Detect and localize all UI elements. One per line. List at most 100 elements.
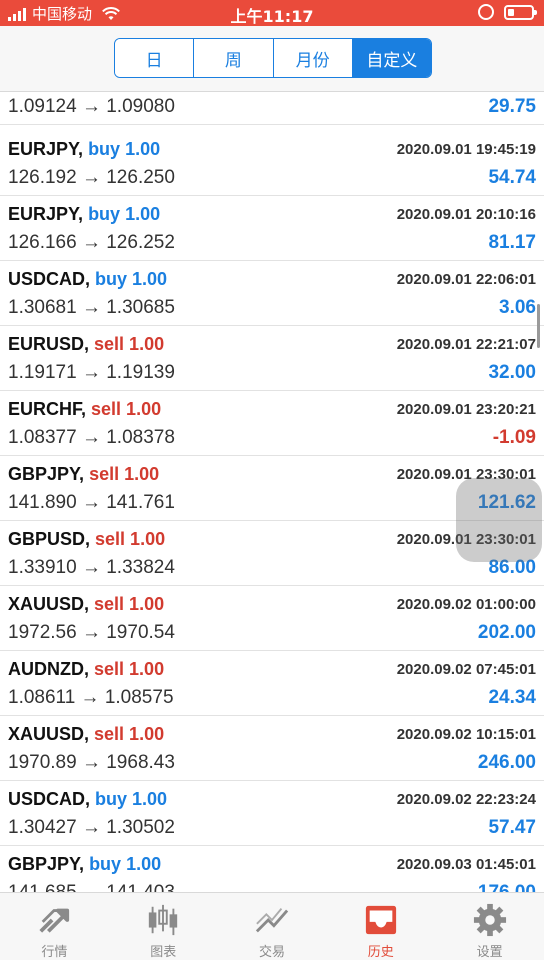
trade-profit: 202.00	[477, 622, 536, 643]
trade-symbol-name: USDCAD,	[8, 789, 91, 809]
trade-profit: 176.00	[478, 882, 536, 892]
tab-chart[interactable]: 图表	[109, 893, 218, 960]
history-inbox-icon	[365, 905, 396, 935]
trade-prices: 1.30681 → 1.30685	[8, 297, 175, 318]
trade-side: buy 1.00	[89, 854, 162, 874]
tab-quotes[interactable]: 行情	[0, 893, 109, 960]
trade-time: 2020.09.01 22:06:01	[396, 271, 536, 288]
trade-symbol: AUDNZD, sell 1.00	[8, 659, 164, 680]
trade-profit: 32.00	[488, 362, 536, 383]
trade-time: 2020.09.02 07:45:01	[396, 661, 536, 678]
trade-symbol: GBPUSD, sell 1.00	[8, 529, 165, 550]
period-tab-week[interactable]: 周	[193, 39, 273, 77]
trade-row[interactable]: GBPJPY, buy 1.00 2020.09.03 01:45:01 141.6…	[0, 846, 544, 892]
trade-symbol: GBPJPY, sell 1.00	[8, 464, 159, 485]
trade-profit: 3.06	[499, 297, 536, 318]
trade-prices: 1972.56 → 1970.54	[8, 622, 175, 643]
trade-prices: 1.08611 → 1.08575	[8, 687, 174, 708]
trade-symbol: XAUUSD, sell 1.00	[8, 594, 164, 615]
trade-time: 2020.09.01 23:20:21	[396, 401, 536, 418]
trade-prices: 1.08377 → 1.08378	[8, 427, 175, 448]
trade-icon	[255, 908, 289, 933]
status-bar: 中国移动 上午11:17	[0, 0, 544, 26]
trade-side: sell 1.00	[94, 659, 165, 679]
trade-row[interactable]: XAUUSD, sell 1.00 2020.09.02 10:15:01 1970…	[0, 716, 544, 781]
trade-symbol-name: GBPJPY,	[8, 854, 85, 874]
trade-profit: 29.75	[488, 96, 536, 117]
battery-icon	[504, 4, 537, 20]
tab-label: 图表	[150, 945, 177, 960]
trade-profit: 24.34	[488, 687, 536, 708]
trade-time: 2020.09.02 01:00:00	[396, 596, 536, 613]
trade-symbol-name: GBPUSD,	[8, 529, 91, 549]
chart-candles-icon	[149, 904, 178, 936]
trade-side: buy 1.00	[88, 139, 161, 159]
trade-row[interactable]: XAUUSD, sell 1.00 2020.09.02 01:00:00 1972…	[0, 586, 544, 651]
trade-symbol: USDCAD, buy 1.00	[8, 789, 167, 810]
tab-settings[interactable]: 设置	[435, 893, 544, 960]
trade-symbol-name: AUDNZD,	[8, 659, 89, 679]
trade-symbol: XAUUSD, sell 1.00	[8, 724, 164, 745]
scroll-indicator[interactable]	[537, 304, 540, 348]
trade-prices: 126.166 → 126.252	[8, 232, 175, 253]
trade-symbol: GBPJPY, buy 1.00	[8, 854, 161, 875]
trade-row[interactable]: USDCAD, buy 1.00 2020.09.01 22:06:01 1.306…	[0, 261, 544, 326]
tab-label: 交易	[258, 945, 285, 960]
trade-prices: 1.09124 → 1.09080	[8, 96, 175, 117]
tab-label: 设置	[476, 945, 503, 960]
trade-prices: 1.30427 → 1.30502	[8, 817, 175, 838]
trade-symbol-name: USDCAD,	[8, 269, 91, 289]
trade-row-partial[interactable]: 1.09124 → 1.09080 29.75	[0, 92, 544, 125]
trade-side: buy 1.00	[88, 204, 161, 224]
period-tab-day[interactable]: 日	[115, 39, 194, 77]
status-time: 上午11:17	[230, 7, 314, 26]
trade-symbol: USDCAD, buy 1.00	[8, 269, 167, 290]
trade-time: 2020.09.02 22:23:24	[396, 791, 536, 808]
trade-time: 2020.09.01 20:10:16	[396, 206, 536, 223]
trade-side: sell 1.00	[95, 529, 166, 549]
trade-profit: 54.74	[488, 167, 536, 188]
trade-row[interactable]: EURCHF, sell 1.00 2020.09.01 23:20:21 1.08…	[0, 391, 544, 456]
trade-symbol-name: EURJPY,	[8, 139, 84, 159]
trade-symbol-name: GBPJPY,	[8, 464, 85, 484]
status-right	[478, 4, 537, 20]
tab-label: 历史	[367, 945, 394, 960]
period-tab-month[interactable]: 月份	[272, 39, 352, 77]
trade-symbol-name: EURCHF,	[8, 399, 87, 419]
period-tab-custom[interactable]: 自定义	[351, 39, 431, 77]
trade-profit: 246.00	[477, 752, 536, 773]
trade-symbol-name: EURJPY,	[8, 204, 84, 224]
period-segmented-control: 日 周 月份 自定义	[114, 38, 432, 78]
trade-prices: 141.685 → 141.403	[8, 882, 175, 892]
trade-side: sell 1.00	[94, 594, 165, 614]
trade-time: 2020.09.01 22:21:07	[396, 336, 536, 353]
tab-history[interactable]: 历史	[326, 893, 435, 960]
trade-time: 2020.09.01 19:45:19	[396, 141, 536, 158]
rotation-lock-icon	[478, 4, 494, 20]
trade-side: buy 1.00	[95, 269, 168, 289]
trade-row[interactable]: AUDNZD, sell 1.00 2020.09.02 07:45:01 1.08…	[0, 651, 544, 716]
trade-side: sell 1.00	[91, 399, 162, 419]
assistive-touch-button[interactable]	[456, 478, 542, 562]
trade-row[interactable]: EURUSD, sell 1.00 2020.09.01 22:21:07 1.19…	[0, 326, 544, 391]
bottom-tab-bar: 行情 图表 交易 历史 设置	[0, 892, 544, 960]
trade-symbol: EURJPY, buy 1.00	[8, 139, 160, 160]
history-header: 日 周 月份 自定义	[0, 26, 544, 92]
trade-prices: 1970.89 → 1968.43	[8, 752, 175, 773]
trade-time: 2020.09.02 10:15:01	[396, 726, 536, 743]
tab-trade[interactable]: 交易	[218, 893, 327, 960]
trade-side: buy 1.00	[95, 789, 168, 809]
trade-row[interactable]: USDCAD, buy 1.00 2020.09.02 22:23:24 1.304…	[0, 781, 544, 846]
trade-time: 2020.09.03 01:45:01	[396, 856, 536, 873]
trade-side: sell 1.00	[94, 724, 165, 744]
trade-row[interactable]: EURJPY, buy 1.00 2020.09.01 20:10:16 126.1…	[0, 196, 544, 261]
trade-side: sell 1.00	[94, 334, 165, 354]
trade-profit: -1.09	[492, 427, 536, 448]
trade-prices: 126.192 → 126.250	[8, 167, 175, 188]
tab-label: 行情	[41, 945, 68, 960]
trade-symbol: EURCHF, sell 1.00	[8, 399, 161, 420]
trade-symbol: EURUSD, sell 1.00	[8, 334, 164, 355]
trade-row[interactable]: EURJPY, buy 1.00 2020.09.01 19:45:19 126.1…	[0, 131, 544, 196]
trade-profit: 57.47	[488, 817, 536, 838]
trade-profit: 81.17	[488, 232, 536, 253]
